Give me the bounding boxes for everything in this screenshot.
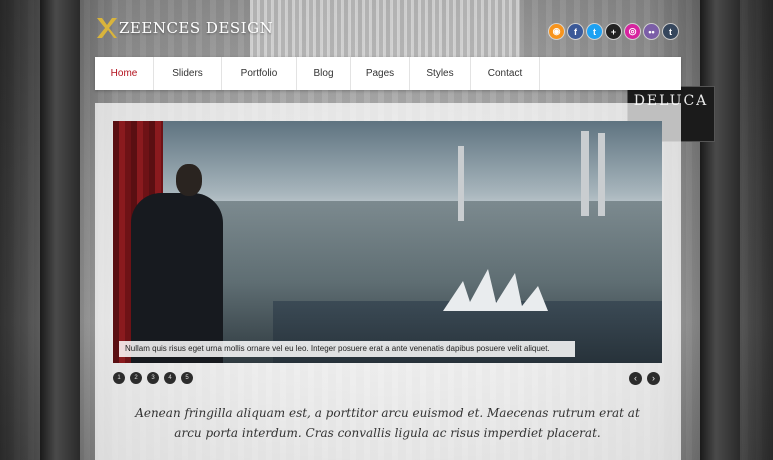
site-logo[interactable]: ZEENCES DESIGN	[95, 16, 273, 40]
rss-icon[interactable]: ◉	[549, 24, 564, 39]
background-column-left	[40, 0, 80, 460]
flickr-icon[interactable]: ••	[644, 24, 659, 39]
hero-slider[interactable]	[113, 121, 662, 363]
logo-text: ZEENCES DESIGN	[119, 19, 274, 37]
nav-item-blog[interactable]: Blog	[297, 57, 351, 90]
slide-skyscraper	[598, 133, 605, 216]
slide-eiffel-tower	[458, 146, 464, 221]
tumblr-icon[interactable]: t	[663, 24, 678, 39]
logo-x-icon	[97, 18, 117, 38]
slider-pager-dot[interactable]: 5	[181, 372, 193, 384]
slider-pager: 12345	[113, 372, 193, 384]
social-links: ◉ f t + ◎ •• t	[549, 24, 678, 39]
slider-caption: Nullam quis risus eget urna mollis ornar…	[119, 341, 575, 357]
nav-item-home[interactable]: Home	[95, 57, 154, 90]
nav-item-contact[interactable]: Contact	[471, 57, 540, 90]
nav-item-pages[interactable]: Pages	[351, 57, 410, 90]
prev-slide-button[interactable]: ‹	[629, 372, 642, 385]
slider-pager-dot[interactable]: 2	[130, 372, 142, 384]
slide-opera-house	[443, 269, 548, 311]
facebook-icon[interactable]: f	[568, 24, 583, 39]
slide-man-head	[176, 164, 202, 196]
main-navigation: Home Sliders Portfolio Blog Pages Styles Conta…	[95, 57, 681, 90]
twitter-icon[interactable]: t	[587, 24, 602, 39]
slide-man-figure	[131, 193, 223, 363]
google-plus-icon[interactable]: +	[606, 24, 621, 39]
slider-pager-dot[interactable]: 4	[164, 372, 176, 384]
instagram-icon[interactable]: ◎	[625, 24, 640, 39]
nav-item-styles[interactable]: Styles	[410, 57, 471, 90]
slider-arrows: ‹ ›	[629, 372, 660, 385]
slide-skyscraper	[581, 131, 589, 216]
next-slide-button[interactable]: ›	[647, 372, 660, 385]
nav-item-portfolio[interactable]: Portfolio	[222, 57, 297, 90]
background-column-right	[700, 0, 740, 460]
intro-tagline: Aenean fringilla aliquam est, a porttito…	[135, 406, 640, 440]
nav-item-sliders[interactable]: Sliders	[154, 57, 222, 90]
slider-pager-dot[interactable]: 3	[147, 372, 159, 384]
slider-pager-dot[interactable]: 1	[113, 372, 125, 384]
